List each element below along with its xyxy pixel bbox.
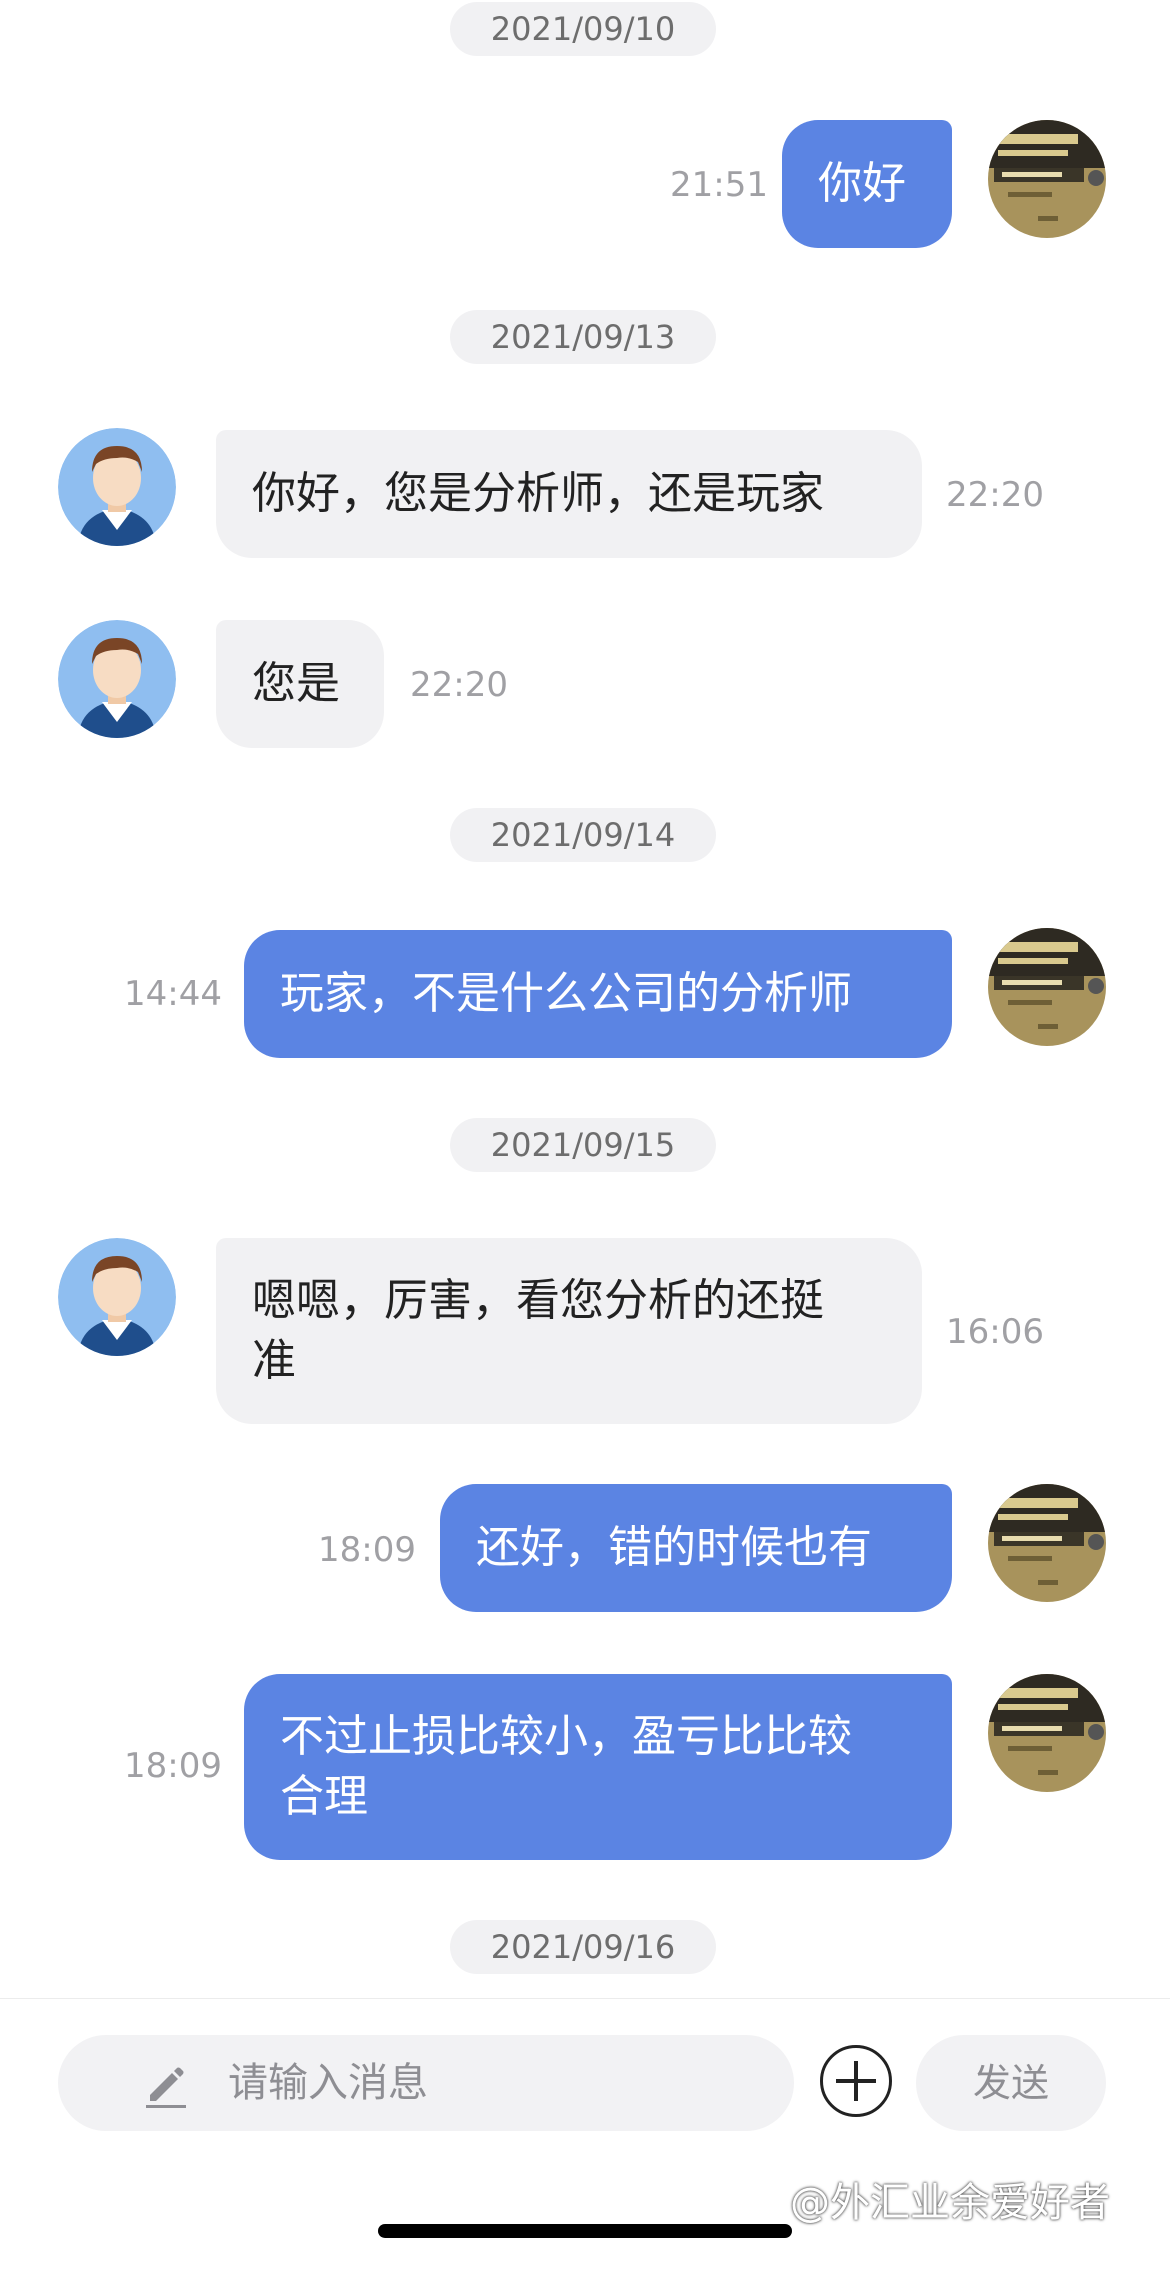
- send-button[interactable]: 发送: [916, 2035, 1106, 2131]
- message-bubble-outgoing[interactable]: 不过止损比较小，盈亏比比较 合理: [244, 1674, 952, 1860]
- message-text-line: 不过止损比较小，盈亏比比较: [280, 1711, 852, 1762]
- input-placeholder: 请输入消息: [228, 2060, 428, 2106]
- date-separator: 2021/09/10: [450, 2, 716, 56]
- message-bubble-outgoing[interactable]: 还好，错的时候也有: [440, 1484, 952, 1612]
- message-text: 你好: [818, 158, 906, 209]
- my-avatar[interactable]: [988, 120, 1106, 238]
- message-bubble-outgoing[interactable]: 你好: [782, 120, 952, 248]
- plus-icon[interactable]: [820, 2045, 892, 2117]
- message-text-line: 准: [252, 1335, 296, 1386]
- message-text-line: 嗯嗯，厉害，看您分析的还挺: [252, 1275, 824, 1326]
- message-text: 玩家，不是什么公司的分析师: [280, 968, 852, 1019]
- message-input[interactable]: 请输入消息: [58, 2035, 794, 2131]
- message-time: 22:20: [946, 475, 1044, 515]
- contact-avatar[interactable]: [58, 428, 176, 546]
- message-bubble-outgoing[interactable]: 玩家，不是什么公司的分析师: [244, 930, 952, 1058]
- message-text-line: 合理: [280, 1771, 368, 1822]
- message-text: 您是: [252, 658, 340, 709]
- my-avatar[interactable]: [988, 1674, 1106, 1792]
- message-bubble-incoming[interactable]: 嗯嗯，厉害，看您分析的还挺 准: [216, 1238, 922, 1424]
- watermark: @外汇业余爱好者: [790, 2180, 1110, 2226]
- message-bubble-incoming[interactable]: 您是: [216, 620, 384, 748]
- date-separator: 2021/09/13: [450, 310, 716, 364]
- message-time: 18:09: [124, 1746, 222, 1786]
- date-separator: 2021/09/14: [450, 808, 716, 862]
- contact-avatar[interactable]: [58, 1238, 176, 1356]
- message-bubble-incoming[interactable]: 你好，您是分析师，还是玩家: [216, 430, 922, 558]
- date-separator: 2021/09/16: [450, 1920, 716, 1974]
- pencil-icon: [138, 2057, 192, 2111]
- contact-avatar[interactable]: [58, 620, 176, 738]
- message-time: 16:06: [946, 1312, 1044, 1352]
- message-text: 还好，错的时候也有: [476, 1522, 872, 1573]
- message-time: 21:51: [670, 165, 768, 205]
- my-avatar[interactable]: [988, 928, 1106, 1046]
- my-avatar[interactable]: [988, 1484, 1106, 1602]
- message-text: 你好，您是分析师，还是玩家: [252, 468, 824, 519]
- home-indicator: [378, 2224, 792, 2238]
- message-time: 22:20: [410, 665, 508, 705]
- message-time: 14:44: [124, 974, 222, 1014]
- message-time: 18:09: [318, 1530, 416, 1570]
- date-separator: 2021/09/15: [450, 1118, 716, 1172]
